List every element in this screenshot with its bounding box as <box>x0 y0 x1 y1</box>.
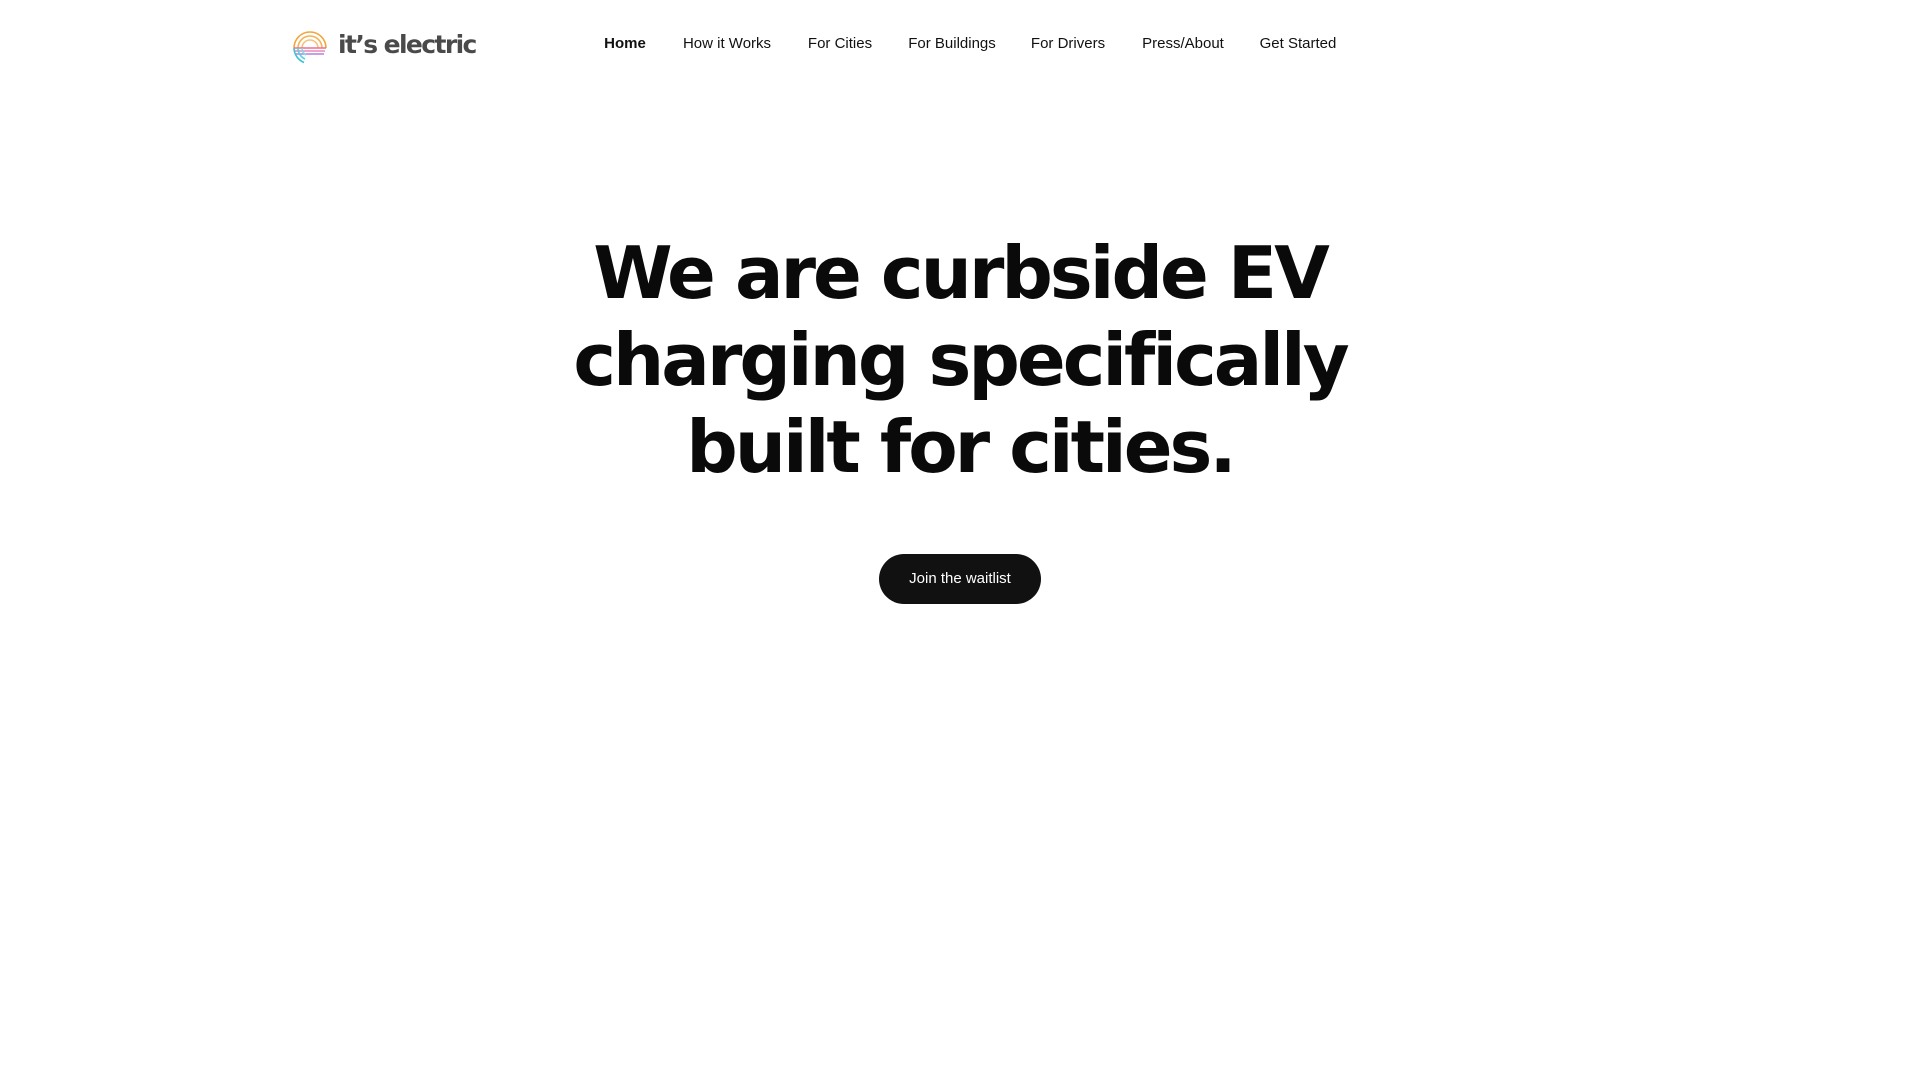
join-waitlist-button[interactable]: Join the waitlist <box>879 554 1041 604</box>
hero-section: We are curbside EV charging specifically… <box>560 230 1360 491</box>
hero-title-line-1: We are curbside EV <box>593 231 1330 315</box>
nav-get-started[interactable]: Get Started <box>1260 34 1337 54</box>
hero-title-line-2: charging specifically <box>573 318 1349 402</box>
site-header: it’s electric Home How it Works For Citi… <box>0 0 1920 90</box>
nav-for-buildings[interactable]: For Buildings <box>908 34 996 54</box>
hero-title: We are curbside EV charging specifically… <box>560 230 1360 491</box>
hero-title-line-3: built for cities. <box>686 405 1236 489</box>
nav-for-cities[interactable]: For Cities <box>808 34 872 54</box>
nav-how-it-works[interactable]: How it Works <box>683 34 771 54</box>
main-nav: Home How it Works For Cities For Buildin… <box>0 34 1920 56</box>
nav-home[interactable]: Home <box>604 34 646 54</box>
cta-container: Join the waitlist <box>0 554 1920 604</box>
nav-press-about[interactable]: Press/About <box>1142 34 1224 54</box>
nav-for-drivers[interactable]: For Drivers <box>1031 34 1105 54</box>
